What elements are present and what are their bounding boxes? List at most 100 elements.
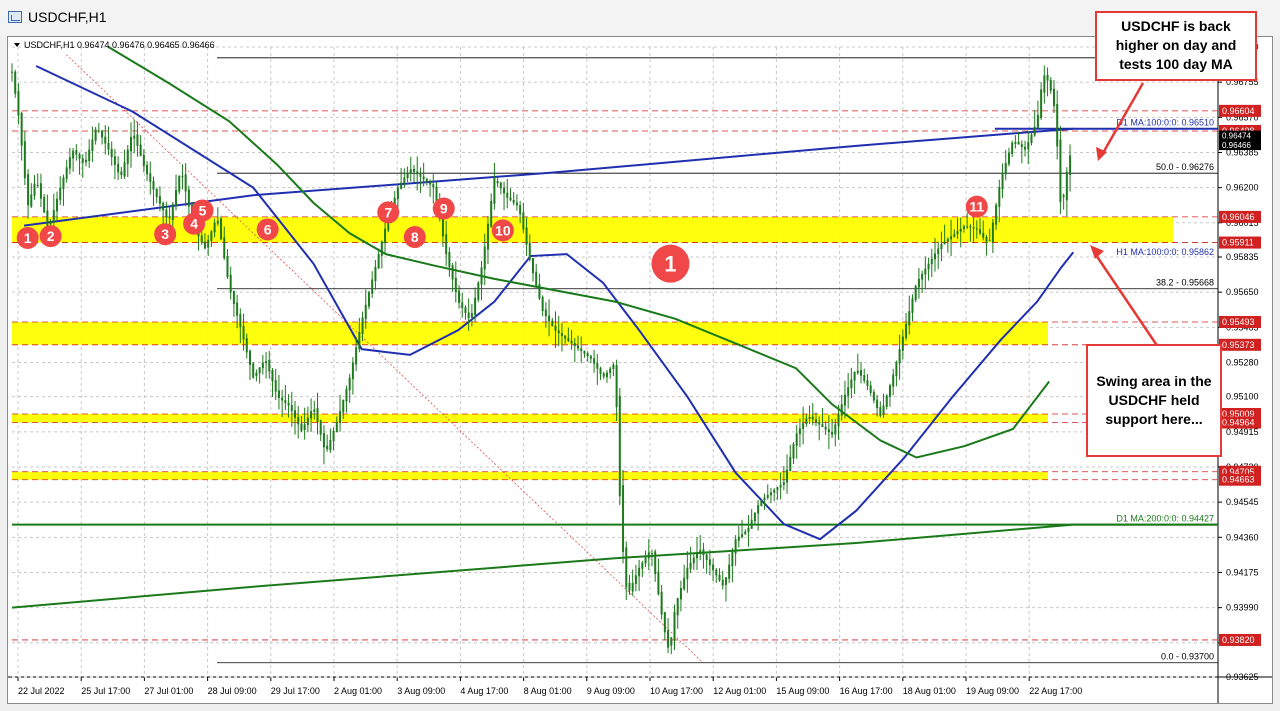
candle-body <box>155 188 158 198</box>
candle-body <box>840 404 843 416</box>
candle-body <box>33 183 36 196</box>
level-label: 38.2 - 0.95668 <box>1156 278 1214 288</box>
candle-body <box>474 297 477 315</box>
price-chart-svg[interactable]: 22 Jul 2022 25 Jul 17:00 27 Jul 01:00 28 Ju… <box>8 37 1272 703</box>
y-tick-label: 0.94545 <box>1226 497 1259 507</box>
current-price-tag-text: 0.96474 <box>1222 132 1251 141</box>
x-tick-label: 10 Aug 17:00 <box>650 686 703 696</box>
x-tick-label: 27 Jul 01:00 <box>144 686 193 696</box>
candle-body <box>644 557 647 564</box>
candle-body <box>686 567 689 580</box>
candle-body <box>757 505 760 514</box>
candle-body <box>351 362 354 380</box>
candle-body <box>1069 155 1072 175</box>
candle-body <box>673 612 676 641</box>
price-tag-text: 0.95911 <box>1222 238 1254 248</box>
candle-body <box>503 187 506 194</box>
current-price-tag-text: 0.96466 <box>1222 141 1251 150</box>
candle-body <box>625 547 628 588</box>
candle-body <box>837 414 840 426</box>
candle-body <box>1046 74 1049 81</box>
candle-body <box>895 361 898 377</box>
candle-body <box>483 246 486 270</box>
chart-area[interactable]: 22 Jul 2022 25 Jul 17:00 27 Jul 01:00 28 Ju… <box>7 36 1273 704</box>
candle-body <box>634 575 637 584</box>
swing-marker-label: 2 <box>47 228 55 244</box>
candle-body <box>599 368 602 374</box>
candle-body <box>1030 134 1033 143</box>
candle-body <box>75 150 78 155</box>
candle-body <box>638 567 641 577</box>
candle-body <box>956 231 959 235</box>
candle-body <box>847 387 850 396</box>
candle-body <box>808 416 811 419</box>
candle-body <box>679 587 682 600</box>
swing-marker-label: 10 <box>495 222 511 238</box>
candle-body <box>216 220 219 224</box>
candle-body <box>509 197 512 201</box>
candle-body <box>380 241 383 256</box>
candle-body <box>1017 141 1020 145</box>
candle-body <box>538 284 541 299</box>
candle-body <box>345 388 348 402</box>
candle-body <box>49 221 52 225</box>
candle-body <box>927 263 930 270</box>
candle-body <box>470 313 473 318</box>
candle-body <box>294 410 297 418</box>
candle-body <box>853 371 856 381</box>
candle-body <box>959 228 962 232</box>
swing-marker-label: 9 <box>440 201 448 217</box>
support-resistance-zone <box>12 413 1048 423</box>
candle-body <box>258 367 261 374</box>
candle-body <box>654 551 657 575</box>
candle-body <box>641 562 644 569</box>
candle-body <box>316 407 319 423</box>
candle-body <box>650 553 653 555</box>
candle-body <box>371 279 374 294</box>
candle-body <box>152 180 155 190</box>
candle-body <box>101 130 104 138</box>
candle-body <box>1024 146 1027 150</box>
candle-body <box>747 527 750 532</box>
candle-body <box>429 181 432 185</box>
candle-body <box>467 312 470 319</box>
candle-body <box>242 325 245 340</box>
candle-body <box>361 317 364 334</box>
candle-body <box>14 71 17 94</box>
candle-body <box>683 577 686 590</box>
candle-body <box>284 400 287 404</box>
candle-body <box>287 402 290 406</box>
candle-body <box>589 355 592 359</box>
candle-body <box>789 456 792 472</box>
candle-body <box>622 485 625 552</box>
candle-body <box>68 157 71 169</box>
candle-body <box>609 368 612 374</box>
candle-body <box>255 372 258 377</box>
candle-body <box>560 333 563 336</box>
candle-body <box>985 237 988 242</box>
candle-body <box>181 176 184 178</box>
candle-body <box>551 320 554 327</box>
candle-body <box>512 199 515 203</box>
y-tick-label: 0.94175 <box>1226 567 1259 577</box>
candle-body <box>213 222 216 233</box>
candle-body <box>403 177 406 184</box>
candle-body <box>203 241 206 249</box>
candle-body <box>998 187 1001 207</box>
y-tick-label: 0.95650 <box>1226 287 1259 297</box>
candle-body <box>699 549 702 554</box>
candle-body <box>818 421 821 425</box>
candle-body <box>863 375 866 381</box>
candle-body <box>107 142 110 150</box>
y-tick-label: 0.95835 <box>1226 252 1259 262</box>
candle-body <box>265 361 268 364</box>
candle-body <box>979 229 982 234</box>
candle-body <box>422 176 425 180</box>
candle-body <box>737 536 740 541</box>
candle-body <box>586 353 589 357</box>
candle-body <box>885 395 888 407</box>
candle-body <box>1036 114 1039 128</box>
level-label: 50.0 - 0.96276 <box>1156 162 1214 172</box>
candle-body <box>567 338 570 341</box>
candle-body <box>580 348 583 352</box>
